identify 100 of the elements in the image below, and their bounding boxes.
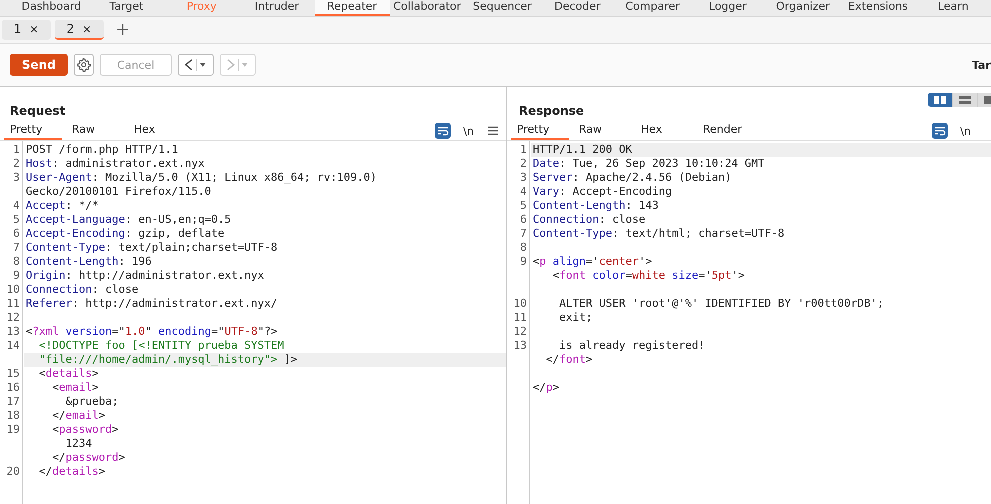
code-line: ALTER USER 'root'@'%' IDENTIFIED BY 'r00tt00rDB';: [558, 297, 885, 311]
nav-tab[interactable]: Repeater: [314, 0, 390, 16]
code-line: User-Agent: Mozilla/5.0 (X11; Linux x86_64; rv:109.0): [25, 171, 378, 185]
code-line: Connection: close: [532, 213, 647, 227]
nav-tab[interactable]: Intruder: [239, 0, 315, 16]
view-tab[interactable]: Render: [697, 122, 756, 140]
code-line: </details>: [38, 465, 106, 479]
line-number: 20: [6, 465, 20, 478]
word-wrap-icon[interactable]: [435, 123, 452, 139]
close-icon[interactable]: ×: [82, 22, 92, 36]
code-line: <p align='center'>: [532, 255, 654, 269]
view-tab[interactable]: Hex: [128, 122, 186, 140]
newline-toggle[interactable]: \n: [463, 124, 474, 138]
view-tab[interactable]: Raw: [66, 122, 124, 140]
settings-icon: [77, 58, 91, 72]
line-number: 3: [520, 171, 527, 184]
layout-button[interactable]: [953, 93, 978, 107]
code-line: </p>: [532, 381, 560, 395]
line-number: 7: [13, 241, 20, 254]
line-number: 4: [520, 185, 527, 198]
request-tab[interactable]: 1 ×: [2, 20, 51, 40]
code-line: is already registered!: [558, 339, 706, 353]
new-tab-button[interactable]: +: [116, 21, 130, 39]
layout-button[interactable]: [928, 93, 953, 107]
code-line: </email>: [51, 409, 106, 423]
line-number: 16: [6, 381, 20, 394]
line-number: 1: [520, 143, 527, 156]
code-line: <email>: [51, 381, 100, 395]
code-line: POST /form.php HTTP/1.1: [25, 143, 180, 157]
forward-dropdown-icon: [225, 58, 251, 72]
nav-tab[interactable]: Logger: [690, 0, 766, 16]
line-number: 10: [6, 283, 20, 296]
code-line: &prueba;: [64, 395, 120, 409]
line-number: 11: [6, 297, 20, 310]
line-number: 19: [6, 423, 20, 436]
line-number: 13: [514, 339, 527, 352]
code-line: Gecko/20100101 Firefox/115.0: [25, 185, 212, 199]
tab-label: 2: [66, 22, 74, 36]
code-line: Content-Length: 196: [25, 255, 153, 269]
pane-title: Request: [10, 104, 66, 120]
nav-tab[interactable]: Collaborator: [390, 0, 465, 16]
line-number: 2: [13, 157, 20, 170]
line-number: 14: [6, 339, 20, 352]
code-line: Host: administrator.ext.nyx: [25, 157, 206, 171]
line-number: 15: [6, 367, 20, 380]
nav-tab[interactable]: Learn: [916, 0, 991, 16]
send-button[interactable]: Send: [10, 54, 68, 76]
code-line: Referer: http://administrator.ext.nyx/: [25, 297, 279, 311]
line-number: 18: [6, 409, 20, 422]
nav-tab[interactable]: Comparer: [615, 0, 690, 16]
code-line: Accept-Language: en-US,en;q=0.5: [25, 213, 232, 227]
line-number: 11: [514, 311, 527, 324]
view-tab[interactable]: Pretty: [4, 122, 62, 140]
code-line: </password>: [51, 451, 126, 465]
word-wrap-icon[interactable]: [932, 123, 948, 139]
nav-tab[interactable]: Target: [89, 0, 164, 16]
code-line: Server: Apache/2.4.56 (Debian): [532, 171, 733, 185]
tab-label: 1: [14, 22, 22, 36]
settings-button[interactable]: [74, 54, 94, 76]
nav-tab[interactable]: Organizer: [766, 0, 841, 16]
nav-tab[interactable]: Extensions: [840, 0, 916, 16]
view-tab[interactable]: Raw: [573, 122, 631, 140]
columns-icon: [934, 96, 946, 104]
code-line: <?xml version="1.0" encoding="UTF-8"?>: [25, 325, 279, 339]
code-line: exit;: [558, 311, 594, 325]
menu-icon[interactable]: [488, 126, 498, 136]
view-tab[interactable]: Pretty: [511, 122, 569, 140]
back-button[interactable]: [178, 54, 214, 76]
line-number: 2: [520, 157, 527, 170]
nav-tab[interactable]: Dashboard: [14, 0, 90, 16]
line-number: 13: [6, 325, 20, 338]
code-line: Vary: Accept-Encoding: [532, 185, 674, 199]
nav-tab[interactable]: Sequencer: [464, 0, 540, 16]
newline-toggle[interactable]: \n: [960, 124, 971, 138]
line-number: 9: [13, 269, 20, 282]
line-number: 7: [520, 227, 527, 240]
code-line: Content-Type: text/html; charset=UTF-8: [532, 227, 786, 241]
code-line: Connection: close: [25, 283, 140, 297]
line-number: 12: [6, 311, 20, 324]
line-number: 9: [520, 255, 527, 268]
line-number: 17: [6, 395, 20, 408]
rows-icon: [959, 96, 971, 104]
view-tab[interactable]: Hex: [635, 122, 693, 140]
line-number: 5: [520, 199, 527, 212]
code-line: <font color=white size='5pt'>: [552, 269, 746, 283]
code-line: <password>: [51, 423, 120, 437]
back-dropdown-icon: [183, 58, 209, 72]
line-number: 6: [13, 227, 20, 240]
line-number: 5: [13, 213, 20, 226]
code-line: Accept: */*: [25, 199, 100, 213]
code-line: Accept-Encoding: gzip, deflate: [25, 227, 226, 241]
code-line: 1234: [64, 437, 94, 451]
code-line: </font>: [545, 353, 594, 367]
line-number: 4: [13, 199, 20, 212]
target-label: Tar: [972, 58, 991, 72]
request-tab[interactable]: 2 ×: [54, 20, 104, 40]
close-icon[interactable]: ×: [30, 22, 39, 36]
nav-tab[interactable]: Decoder: [540, 0, 616, 16]
line-number: 3: [13, 171, 20, 184]
code-line: Date: Tue, 26 Sep 2023 10:10:24 GMT: [532, 157, 766, 171]
